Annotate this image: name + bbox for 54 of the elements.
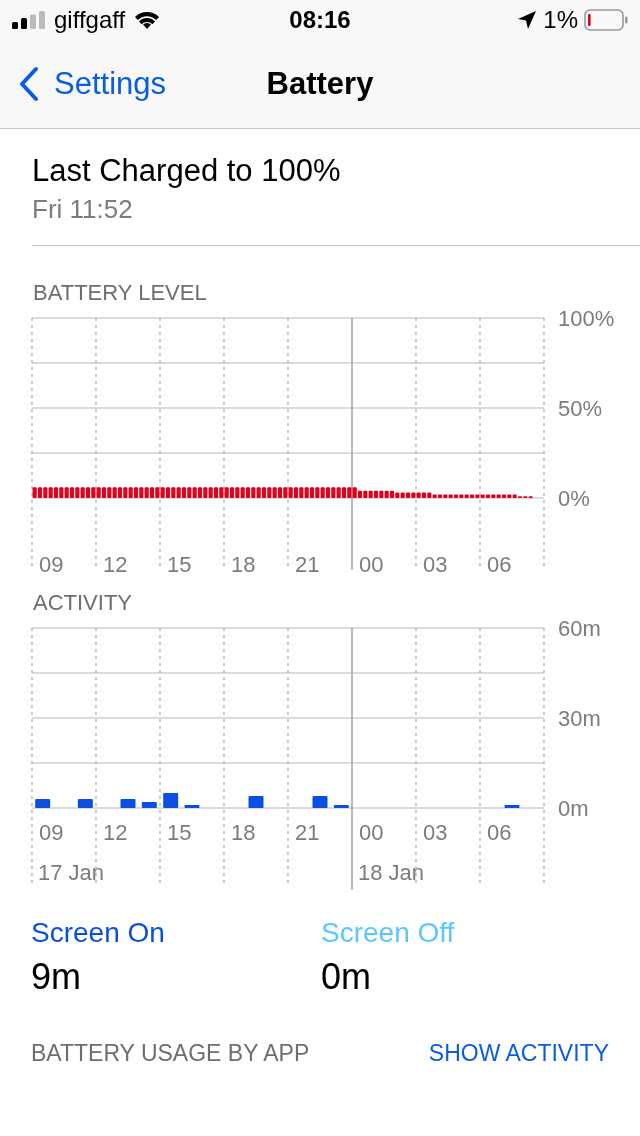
battery-icon [584, 9, 628, 31]
axis-label: 03 [423, 820, 448, 845]
axis-label: 09 [39, 552, 64, 577]
axis-label: 06 [487, 820, 512, 845]
axis-label: 00 [359, 820, 384, 845]
bar [120, 799, 136, 808]
chevron-left-icon [18, 66, 40, 102]
last-charged-title: Last Charged to 100% [32, 152, 342, 190]
legend-value: 0m [321, 955, 372, 999]
axis-label: 12 [103, 552, 128, 577]
bar [504, 805, 520, 808]
axis-label: 18 [231, 552, 256, 577]
last-charged-time: Fri 11:52 [32, 193, 134, 226]
legend-label: Screen Off [321, 916, 456, 950]
axis-label: 21 [295, 552, 320, 577]
chart-title: ACTIVITY [33, 589, 133, 617]
axis-label: 03 [423, 552, 448, 577]
axis-label: 21 [295, 820, 320, 845]
bar [333, 805, 349, 808]
axis-label: 18 [231, 820, 256, 845]
bar [77, 799, 93, 808]
bar [163, 793, 179, 808]
carrier-name: giffgaff [54, 6, 126, 34]
axis-label: 00 [359, 552, 384, 577]
axis-label: 50% [558, 396, 603, 421]
section-header: BATTERY USAGE BY APP [31, 1040, 310, 1067]
clock-time: 08:16 [288, 6, 352, 34]
battery-percent: 1% [543, 6, 578, 34]
bar [141, 802, 157, 808]
bar [312, 796, 328, 808]
legend-value: 9m [31, 955, 82, 999]
axis-label: 30m [558, 706, 601, 731]
axis-label: 0m [558, 796, 589, 821]
axis-label: 09 [39, 820, 64, 845]
wifi-icon [133, 10, 162, 30]
axis-label: 0% [558, 486, 590, 511]
legend-label: Screen On [31, 916, 166, 950]
show-activity-link[interactable]: SHOW ACTIVITY [428, 1040, 609, 1067]
bar [248, 796, 264, 808]
location-arrow-icon [517, 10, 538, 30]
back-button[interactable]: Settings [0, 66, 166, 102]
axis-label: 06 [487, 552, 512, 577]
chart-title: BATTERY LEVEL [33, 279, 208, 307]
bar [35, 799, 51, 808]
date-label: 18 Jan [358, 860, 425, 885]
axis-label: 12 [103, 820, 128, 845]
date-label: 17 Jan [38, 860, 105, 885]
axis-label: 100% [558, 308, 615, 331]
bar [184, 805, 200, 808]
page-title: Battery [265, 66, 375, 102]
axis-label: 60m [558, 618, 601, 641]
signal-icon [12, 11, 46, 29]
axis-label: 15 [167, 820, 192, 845]
axis-label: 15 [167, 552, 192, 577]
